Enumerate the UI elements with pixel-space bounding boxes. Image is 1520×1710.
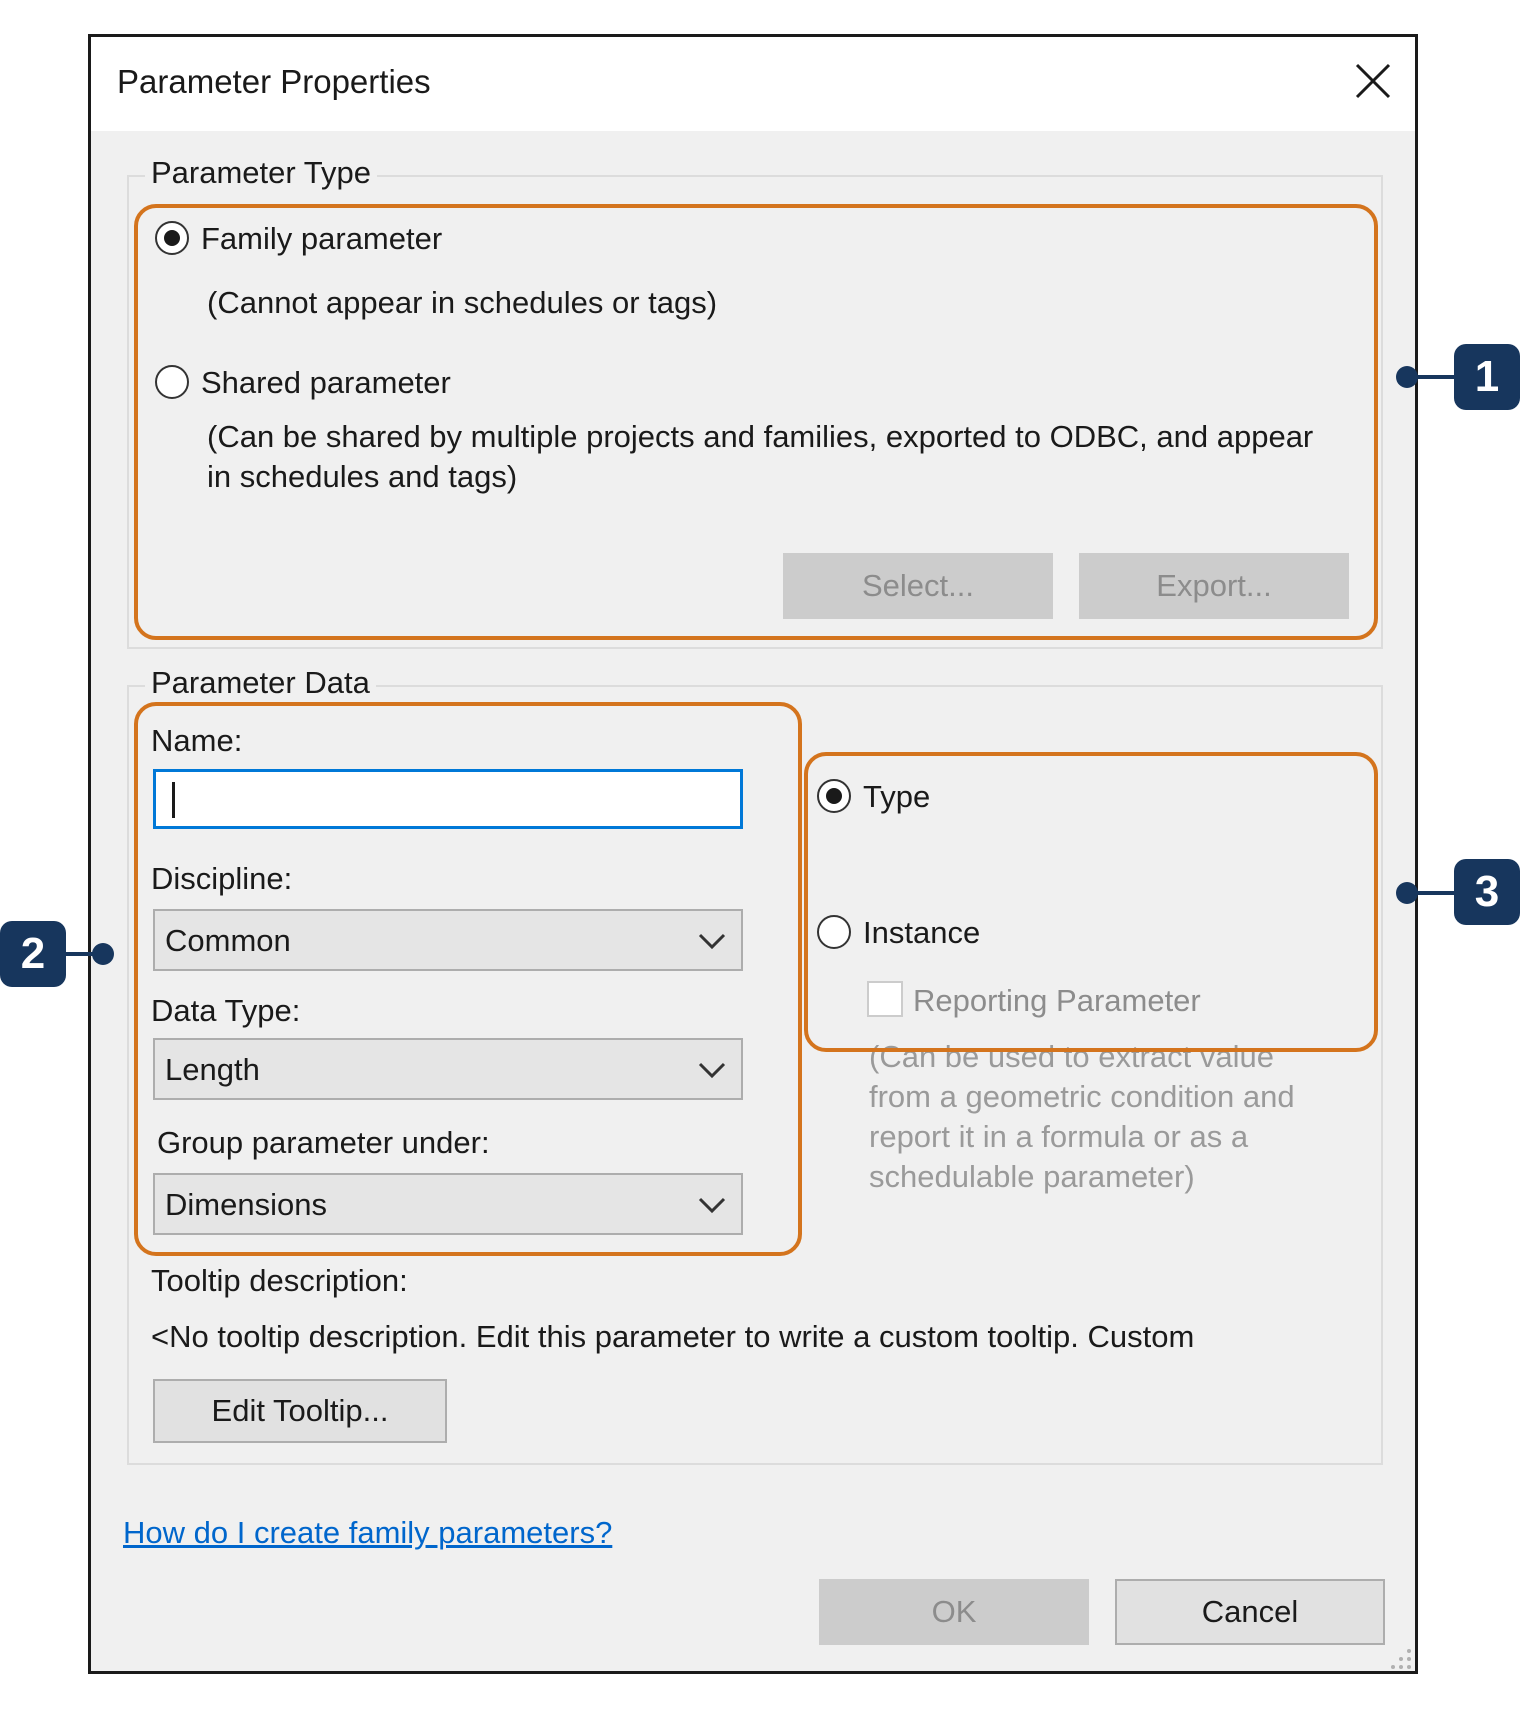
ok-button[interactable]: OK [819,1579,1089,1645]
close-icon [1355,63,1391,99]
callout-box-1 [134,204,1378,640]
callout-box-2 [134,702,802,1256]
reporting-parameter-note: (Can be used to extract value from a geo… [869,1039,1295,1194]
cancel-button[interactable]: Cancel [1115,1579,1385,1645]
dialog-title: Parameter Properties [117,63,431,100]
tooltip-description-label: Tooltip description: [151,1263,408,1298]
title-bar: Parameter Properties [91,37,1415,131]
parameter-data-legend: Parameter Data [145,665,376,701]
help-link[interactable]: How do I create family parameters? [123,1515,612,1551]
parameter-type-legend: Parameter Type [145,155,377,191]
edit-tooltip-button[interactable]: Edit Tooltip... [153,1379,447,1443]
tooltip-description-text: <No tooltip description. Edit this param… [151,1319,1195,1354]
close-button[interactable] [1343,51,1403,111]
resize-grip-icon[interactable] [1387,1645,1413,1671]
callout-dot-2 [92,943,114,965]
callout-leader-3 [1410,891,1456,895]
callout-badge-3: 3 [1454,859,1520,925]
callout-badge-1: 1 [1454,344,1520,410]
callout-leader-1 [1410,375,1456,379]
callout-box-3 [804,752,1378,1052]
callout-badge-2: 2 [0,921,66,987]
